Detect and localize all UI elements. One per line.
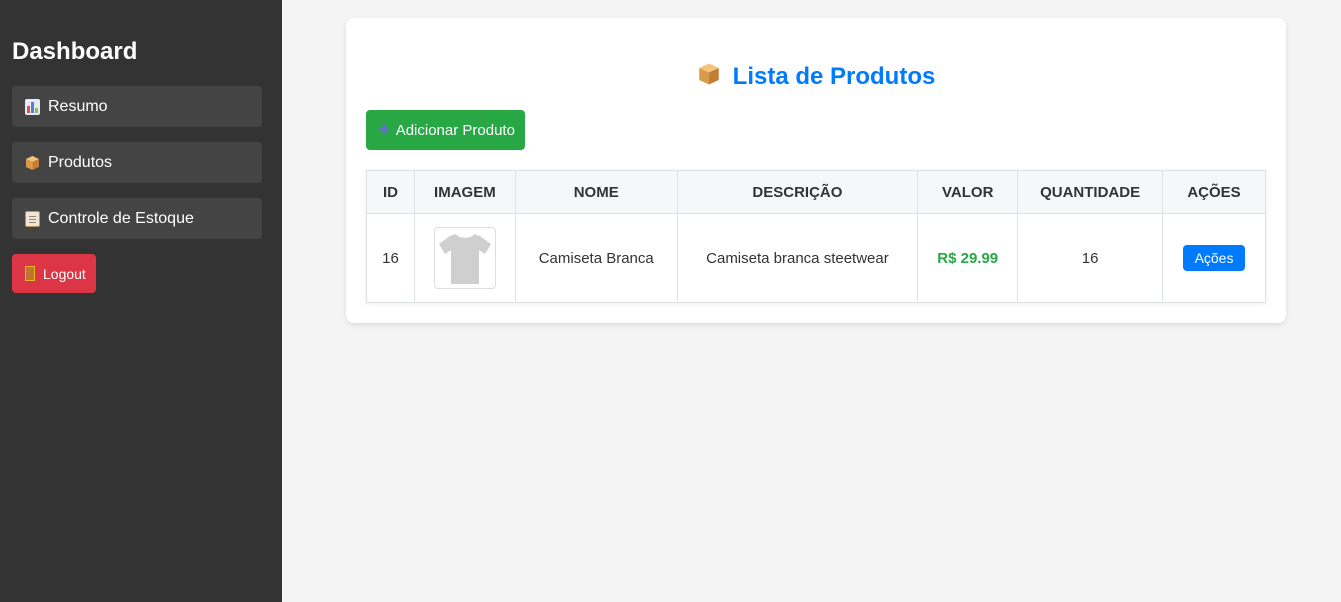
sidebar-item-resumo[interactable]: Resumo — [12, 86, 262, 127]
logout-button[interactable]: Logout — [12, 254, 96, 293]
table-row: 16 Camiseta Branca Camiseta branca steet… — [366, 213, 1266, 303]
sidebar: Dashboard Resumo Produtos Controle de Es… — [0, 0, 282, 602]
sidebar-item-label: Controle de Estoque — [48, 209, 194, 227]
cell-descricao: Camiseta branca steetwear — [676, 213, 919, 303]
column-header-imagem: IMAGEM — [413, 170, 516, 214]
main-content: Lista de Produtos + Adicionar Produto ID… — [282, 0, 1341, 602]
column-header-valor: VALOR — [917, 170, 1019, 214]
products-card: Lista de Produtos + Adicionar Produto ID… — [346, 18, 1286, 323]
column-header-descricao: DESCRIÇÃO — [676, 170, 919, 214]
cell-valor: R$ 29.99 — [917, 213, 1019, 303]
page-title-text: Lista de Produtos — [732, 63, 936, 90]
sidebar-item-produtos[interactable]: Produtos — [12, 142, 262, 183]
product-thumbnail — [433, 227, 496, 289]
door-icon — [25, 266, 35, 281]
column-header-quantidade: QUANTIDADE — [1017, 170, 1164, 214]
cell-nome: Camiseta Branca — [514, 213, 678, 303]
cell-imagem — [413, 213, 516, 303]
column-header-acoes: AÇÕES — [1162, 170, 1266, 214]
package-icon — [25, 155, 40, 171]
cell-acoes: Ações — [1162, 213, 1266, 303]
column-header-nome: NOME — [514, 170, 678, 214]
actions-button[interactable]: Ações — [1182, 245, 1246, 271]
sidebar-item-controle-estoque[interactable]: Controle de Estoque — [12, 198, 262, 239]
logout-label: Logout — [43, 265, 86, 282]
sidebar-item-label: Resumo — [48, 97, 108, 115]
add-product-button[interactable]: + Adicionar Produto — [366, 110, 525, 150]
page-title: Lista de Produtos — [366, 62, 1266, 92]
add-product-label: Adicionar Produto — [395, 121, 515, 139]
t-shirt-image — [438, 234, 491, 284]
products-table: ID IMAGEM NOME DESCRIÇÃO VALOR QUANTIDAD… — [366, 170, 1266, 303]
cell-id: 16 — [366, 213, 415, 303]
package-icon — [697, 62, 721, 93]
column-header-id: ID — [366, 170, 415, 214]
cell-quantidade: 16 — [1017, 213, 1164, 303]
plus-icon: + — [378, 119, 390, 141]
table-header-row: ID IMAGEM NOME DESCRIÇÃO VALOR QUANTIDAD… — [366, 170, 1266, 214]
clipboard-icon — [25, 210, 40, 227]
sidebar-item-label: Produtos — [48, 153, 113, 171]
sidebar-title: Dashboard — [12, 38, 138, 65]
bar-chart-icon — [25, 98, 40, 115]
